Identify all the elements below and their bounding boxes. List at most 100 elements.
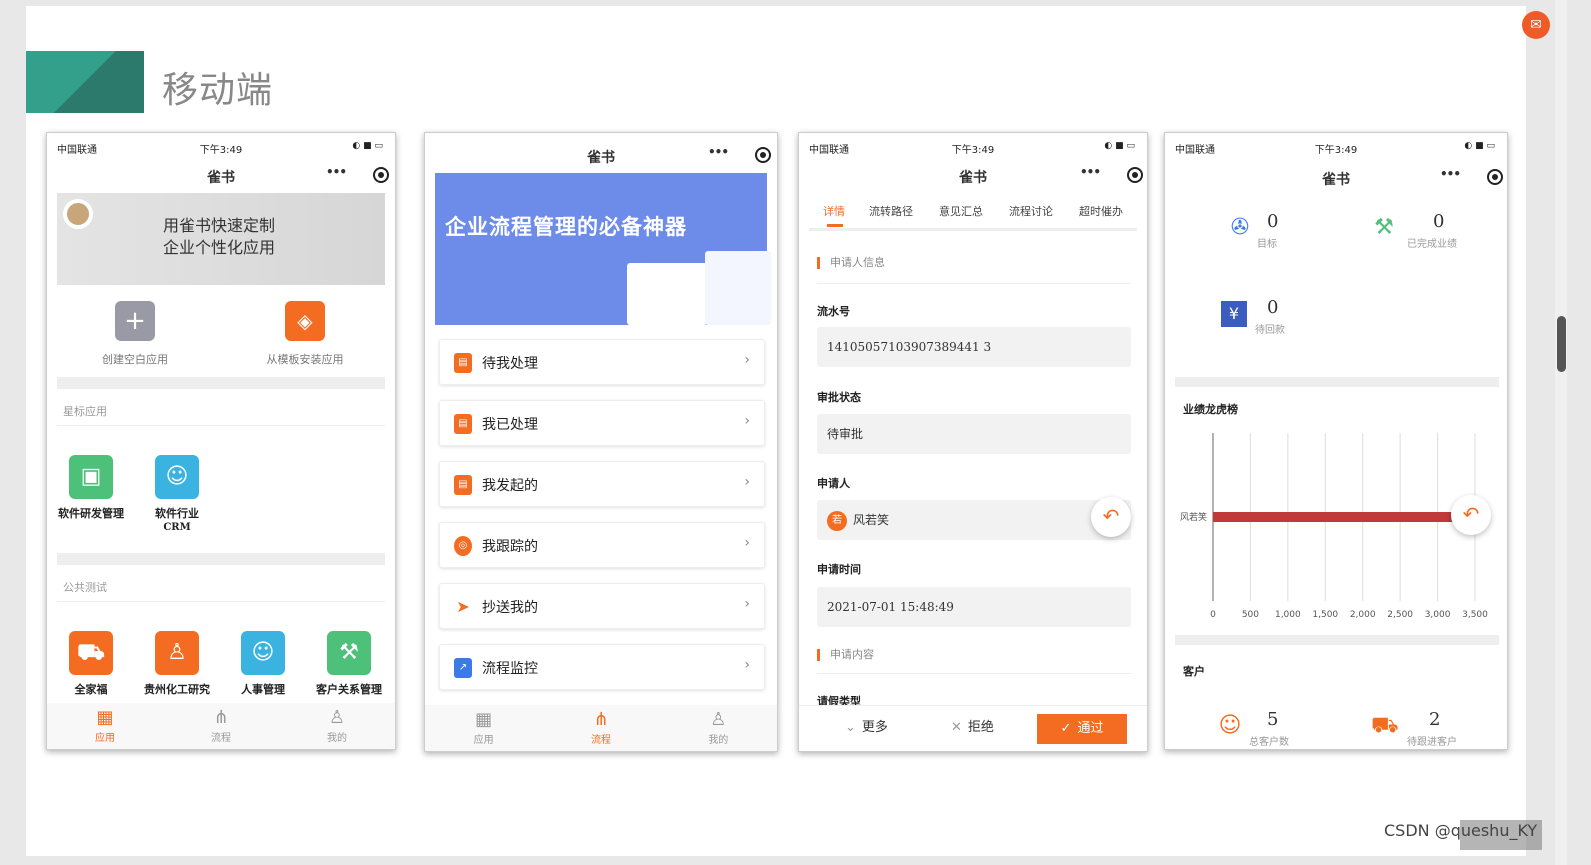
- tab-label: 我的: [708, 735, 729, 746]
- plus-icon: +: [115, 301, 155, 341]
- mini-capsule[interactable]: •••: [1435, 167, 1505, 189]
- app-hr[interactable]: ☺ 人事管理: [225, 631, 301, 701]
- leaderboard-title: 业绩龙虎榜: [1183, 403, 1238, 416]
- menu-monitor[interactable]: ↗ 流程监控 ›: [439, 644, 765, 690]
- stat-pending-customers[interactable]: ⛟ 2 待跟进客户: [1371, 709, 1507, 749]
- message-icon[interactable]: ✉: [1522, 11, 1550, 39]
- chevron-right-icon: ›: [744, 596, 750, 612]
- tab-detail[interactable]: 详情: [823, 203, 845, 219]
- applicant-label: 申请人: [817, 477, 850, 490]
- target-icon: ◎: [454, 536, 472, 556]
- mockup-image: [627, 263, 707, 325]
- more-icon[interactable]: •••: [703, 145, 733, 159]
- presentation-icon: ▣: [69, 455, 113, 499]
- menu-initiated[interactable]: ▤ 我发起的 ›: [439, 461, 765, 507]
- initiated-icon: ▤: [454, 475, 472, 495]
- section-applicant-info: 申请人信息: [817, 257, 885, 269]
- stat-total-customers[interactable]: ☺ 5 总客户数: [1217, 709, 1367, 749]
- chevron-down-icon: ⌄: [845, 720, 856, 735]
- app-label: CRM: [163, 522, 191, 533]
- more-icon[interactable]: •••: [1075, 165, 1105, 179]
- stat-target[interactable]: ✇ 0 目标: [1227, 211, 1377, 261]
- close-circle-icon[interactable]: [1487, 169, 1503, 185]
- close-circle-icon[interactable]: [755, 147, 771, 163]
- status-bar: 中国联通 下午3:49 ◐ ■ ▭: [799, 141, 1147, 156]
- tab-opinions[interactable]: 意见汇总: [939, 203, 983, 219]
- layers-icon: ◈: [285, 301, 325, 341]
- app-family[interactable]: ⛟ 全家福: [53, 631, 129, 701]
- users-icon: ☺: [1218, 713, 1242, 738]
- mini-capsule[interactable]: •••: [321, 165, 391, 187]
- stat-completed[interactable]: ⚒ 0 已完成业绩: [1371, 211, 1507, 261]
- tab-discussion[interactable]: 流程讨论: [1009, 203, 1053, 219]
- back-arrow-icon[interactable]: ↶: [1451, 495, 1491, 535]
- divider: [57, 553, 385, 565]
- reject-button[interactable]: ✕ 拒绝: [951, 716, 994, 735]
- leaderboard-chart: 0 500 1,000 1,500 2,000 2,500 3,000 3,500 风若笑: [1180, 433, 1488, 620]
- action-bar: ⌄ 更多 ✕ 拒绝 ✓ 通过: [799, 705, 1147, 751]
- menu-tracked[interactable]: ◎ 我跟踪的 ›: [439, 522, 765, 568]
- app-guizhou-chem[interactable]: ♙ 贵州化工研究: [139, 631, 215, 697]
- x-tick-label: 0: [1210, 610, 1216, 620]
- approve-button[interactable]: ✓ 通过: [1037, 714, 1127, 744]
- public-section-title: 公共测试: [63, 581, 107, 594]
- gavel-icon: ⚒: [1374, 215, 1394, 240]
- tab-process[interactable]: ⋔ 流程: [163, 703, 279, 749]
- starred-section-title: 星标应用: [63, 405, 107, 418]
- banner[interactable]: 用雀书快速定制 企业个性化应用: [57, 193, 385, 285]
- coffee-cup-icon: [63, 199, 93, 229]
- user-icon: ♙: [328, 707, 346, 728]
- app-software-crm[interactable]: ☺ 软件行业 CRM: [139, 455, 215, 535]
- tab-label: 应用: [95, 733, 115, 744]
- stat-value: 2: [1429, 709, 1441, 730]
- close-circle-icon[interactable]: [1127, 167, 1143, 183]
- x-tick-label: 3,000: [1425, 610, 1451, 620]
- x-tick-label: 1,500: [1312, 610, 1338, 620]
- divider: [57, 601, 385, 602]
- paper-plane-icon: ➤: [456, 597, 470, 616]
- flow-icon: ⋔: [213, 707, 229, 728]
- menu-pending[interactable]: ▤ 待我处理 ›: [439, 339, 765, 385]
- menu-handled[interactable]: ▤ 我已处理 ›: [439, 400, 765, 446]
- stat-label: 待跟进客户: [1407, 737, 1457, 748]
- more-icon[interactable]: •••: [321, 165, 351, 179]
- more-button[interactable]: ⌄ 更多: [845, 716, 888, 735]
- mini-capsule[interactable]: •••: [703, 145, 773, 167]
- install-template-button[interactable]: ◈ 从模板安装应用: [223, 301, 387, 367]
- scrollbar-thumb[interactable]: [1557, 316, 1566, 372]
- menu-cc[interactable]: ➤ 抄送我的 ›: [439, 583, 765, 629]
- serial-field: 14105057103907389441 3: [817, 327, 1131, 367]
- tab-apps[interactable]: ▦ 应用: [47, 703, 163, 749]
- close-circle-icon[interactable]: [373, 167, 389, 183]
- x-tick-label: 2,500: [1387, 610, 1413, 620]
- stat-value: 5: [1267, 709, 1279, 730]
- person-icon: ♙: [155, 631, 199, 675]
- menu-label: 待我处理: [482, 356, 538, 372]
- more-icon[interactable]: •••: [1435, 167, 1465, 181]
- menu-label: 我跟踪的: [482, 539, 538, 555]
- chevron-right-icon: ›: [744, 474, 750, 490]
- tab-path[interactable]: 流转路径: [869, 203, 913, 219]
- scrollbar[interactable]: [1555, 0, 1567, 865]
- banner-line-2: 企业个性化应用: [163, 238, 276, 257]
- mini-capsule[interactable]: •••: [1075, 165, 1145, 187]
- status-field: 待审批: [817, 414, 1131, 454]
- phone-process: 雀书 ••• 企业流程管理的必备神器 ▤ 待我处理 › ▤ 我已处理 › ▤ 我发起的 › …: [424, 132, 778, 752]
- tab-me[interactable]: ♙ 我的: [279, 703, 395, 749]
- create-blank-app-button[interactable]: + 创建空白应用: [53, 301, 217, 367]
- tab-process[interactable]: ⋔ 流程: [542, 705, 659, 751]
- app-crm[interactable]: ⚒ 客户关系管理: [311, 631, 387, 697]
- divider: [57, 377, 385, 389]
- stat-receivable[interactable]: ¥0 待回款: [1221, 297, 1371, 347]
- status-bar: 中国联通 下午3:49 ◐ ■ ▭: [47, 141, 395, 156]
- tab-apps[interactable]: ▦ 应用: [425, 705, 542, 751]
- applicant-field: 若风若笑: [817, 500, 1131, 540]
- clock: 下午3:49: [1314, 145, 1358, 156]
- tab-timeout[interactable]: 超时催办: [1079, 203, 1123, 219]
- tab-me[interactable]: ♙ 我的: [660, 705, 777, 751]
- divider: [1175, 635, 1499, 645]
- chart-icon: ↗: [454, 658, 472, 678]
- app-software-dev[interactable]: ▣ 软件研发管理: [53, 455, 129, 521]
- back-arrow-icon[interactable]: ↶: [1091, 497, 1131, 537]
- tab-label: 应用: [473, 735, 494, 746]
